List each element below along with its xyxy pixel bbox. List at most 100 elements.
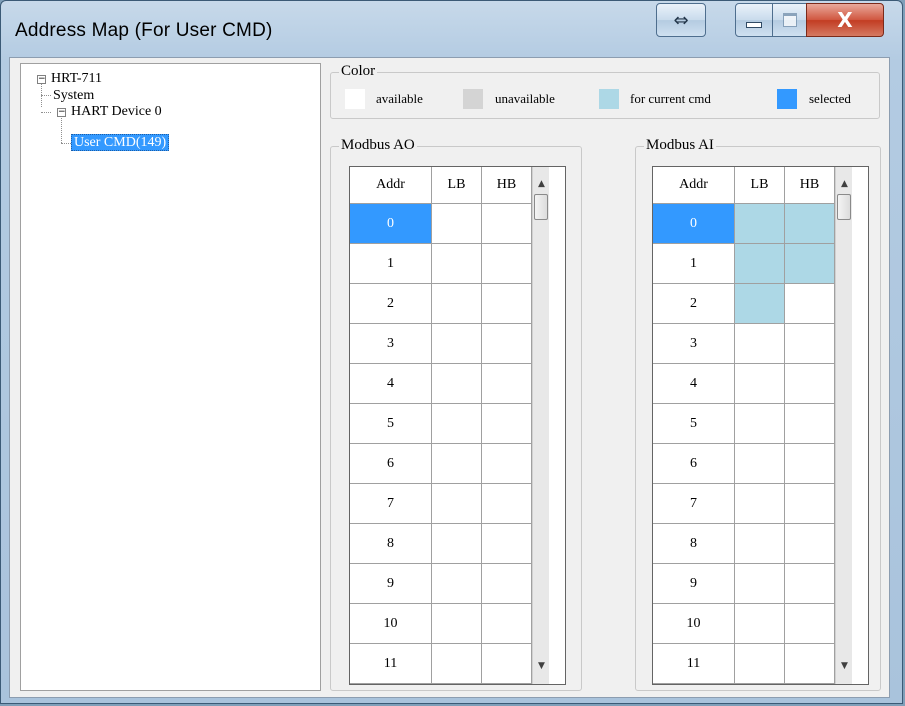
ao-hb-cell[interactable]: [482, 324, 532, 364]
collapse-icon[interactable]: −: [57, 108, 66, 117]
ai-lb-cell[interactable]: [735, 444, 785, 484]
device-tree[interactable]: − HRT-711 System − HART Device 0 User CM…: [20, 63, 321, 691]
ao-lb-cell[interactable]: [432, 324, 482, 364]
ai-lb-cell[interactable]: [735, 404, 785, 444]
ai-hb-cell[interactable]: [785, 364, 835, 404]
current-cmd-label: for current cmd: [630, 91, 711, 106]
ao-hb-cell[interactable]: [482, 244, 532, 284]
ao-header-addr[interactable]: Addr: [350, 167, 432, 204]
ao-hb-cell[interactable]: [482, 204, 532, 244]
ai-header-hb[interactable]: HB: [785, 167, 835, 204]
modbus-ai-grid[interactable]: Addr LB HB 0 1 2 3 4 5 6 7 8 9 10 11 ▲ ▼: [652, 166, 869, 685]
ai-hb-cell[interactable]: [785, 484, 835, 524]
ao-lb-cell[interactable]: [432, 484, 482, 524]
ao-header-lb[interactable]: LB: [432, 167, 482, 204]
ao-addr-cell[interactable]: 1: [350, 244, 432, 284]
ai-lb-cell[interactable]: [735, 324, 785, 364]
ao-addr-cell[interactable]: 4: [350, 364, 432, 404]
ai-hb-cell[interactable]: [785, 284, 835, 324]
ai-addr-cell[interactable]: 2: [653, 284, 735, 324]
ao-lb-cell[interactable]: [432, 244, 482, 284]
ao-lb-cell[interactable]: [432, 564, 482, 604]
ao-addr-cell[interactable]: 5: [350, 404, 432, 444]
ai-hb-cell[interactable]: [785, 404, 835, 444]
ao-addr-cell[interactable]: 10: [350, 604, 432, 644]
ai-hb-cell[interactable]: [785, 244, 835, 284]
ai-hb-cell[interactable]: [785, 204, 835, 244]
ai-hb-cell[interactable]: [785, 524, 835, 564]
ai-addr-cell[interactable]: 7: [653, 484, 735, 524]
ai-scrollbar[interactable]: ▲ ▼: [835, 167, 852, 684]
maximize-button[interactable]: [772, 3, 807, 37]
ao-hb-cell[interactable]: [482, 444, 532, 484]
ai-lb-cell[interactable]: [735, 364, 785, 404]
ao-addr-cell[interactable]: 11: [350, 644, 432, 684]
ao-lb-cell[interactable]: [432, 604, 482, 644]
ai-lb-cell[interactable]: [735, 524, 785, 564]
ao-hb-cell[interactable]: [482, 284, 532, 324]
title-bar[interactable]: Address Map (For User CMD) ⇔ X: [1, 1, 902, 57]
ao-lb-cell[interactable]: [432, 204, 482, 244]
ao-addr-cell[interactable]: 0: [350, 204, 432, 244]
ai-hb-cell[interactable]: [785, 324, 835, 364]
ai-lb-cell[interactable]: [735, 604, 785, 644]
modbus-ao-grid[interactable]: Addr LB HB 0 1 2 3 4 5 6 7 8 9 10 11 ▲ ▼: [349, 166, 566, 685]
scroll-down-arrow-icon[interactable]: ▼: [533, 657, 550, 674]
ai-hb-cell[interactable]: [785, 604, 835, 644]
ao-lb-cell[interactable]: [432, 284, 482, 324]
ai-scroll-thumb[interactable]: [837, 194, 851, 220]
ao-hb-cell[interactable]: [482, 364, 532, 404]
ao-lb-cell[interactable]: [432, 524, 482, 564]
ai-addr-cell[interactable]: 1: [653, 244, 735, 284]
scroll-up-arrow-icon[interactable]: ▲: [836, 175, 853, 192]
ai-addr-cell[interactable]: 4: [653, 364, 735, 404]
ao-hb-cell[interactable]: [482, 644, 532, 684]
ai-addr-cell[interactable]: 6: [653, 444, 735, 484]
ao-hb-cell[interactable]: [482, 404, 532, 444]
ai-lb-cell[interactable]: [735, 484, 785, 524]
ao-hb-cell[interactable]: [482, 484, 532, 524]
ao-addr-cell[interactable]: 6: [350, 444, 432, 484]
ai-lb-cell[interactable]: [735, 644, 785, 684]
ai-addr-cell[interactable]: 3: [653, 324, 735, 364]
ai-hb-cell[interactable]: [785, 444, 835, 484]
ao-hb-cell[interactable]: [482, 604, 532, 644]
close-button[interactable]: X: [806, 3, 884, 37]
ai-header-lb[interactable]: LB: [735, 167, 785, 204]
scroll-up-arrow-icon[interactable]: ▲: [533, 175, 550, 192]
ao-lb-cell[interactable]: [432, 644, 482, 684]
ai-addr-cell[interactable]: 10: [653, 604, 735, 644]
ai-hb-cell[interactable]: [785, 564, 835, 604]
minimize-button[interactable]: [735, 3, 773, 37]
ao-scrollbar[interactable]: ▲ ▼: [532, 167, 549, 684]
ai-lb-cell[interactable]: [735, 204, 785, 244]
ai-hb-cell[interactable]: [785, 644, 835, 684]
ai-lb-cell[interactable]: [735, 244, 785, 284]
ai-addr-cell[interactable]: 8: [653, 524, 735, 564]
ao-lb-cell[interactable]: [432, 444, 482, 484]
ao-addr-cell[interactable]: 8: [350, 524, 432, 564]
scroll-down-arrow-icon[interactable]: ▼: [836, 657, 853, 674]
ao-lb-cell[interactable]: [432, 364, 482, 404]
collapse-icon[interactable]: −: [37, 75, 46, 84]
ai-lb-cell[interactable]: [735, 284, 785, 324]
ao-addr-cell[interactable]: 7: [350, 484, 432, 524]
ao-addr-cell[interactable]: 2: [350, 284, 432, 324]
ao-addr-cell[interactable]: 9: [350, 564, 432, 604]
tree-node-root[interactable]: HRT-711: [51, 70, 102, 88]
ai-header-addr[interactable]: Addr: [653, 167, 735, 204]
resize-toggle-button[interactable]: ⇔: [656, 3, 706, 37]
ao-scroll-thumb[interactable]: [534, 194, 548, 220]
tree-node-user-cmd[interactable]: User CMD(149): [71, 134, 170, 152]
ao-hb-cell[interactable]: [482, 564, 532, 604]
tree-node-device[interactable]: HART Device 0: [71, 103, 162, 121]
ao-hb-cell[interactable]: [482, 524, 532, 564]
ai-addr-cell[interactable]: 11: [653, 644, 735, 684]
ao-lb-cell[interactable]: [432, 404, 482, 444]
ao-addr-cell[interactable]: 3: [350, 324, 432, 364]
ai-addr-cell[interactable]: 0: [653, 204, 735, 244]
ai-addr-cell[interactable]: 9: [653, 564, 735, 604]
ao-header-hb[interactable]: HB: [482, 167, 532, 204]
ai-addr-cell[interactable]: 5: [653, 404, 735, 444]
ai-lb-cell[interactable]: [735, 564, 785, 604]
